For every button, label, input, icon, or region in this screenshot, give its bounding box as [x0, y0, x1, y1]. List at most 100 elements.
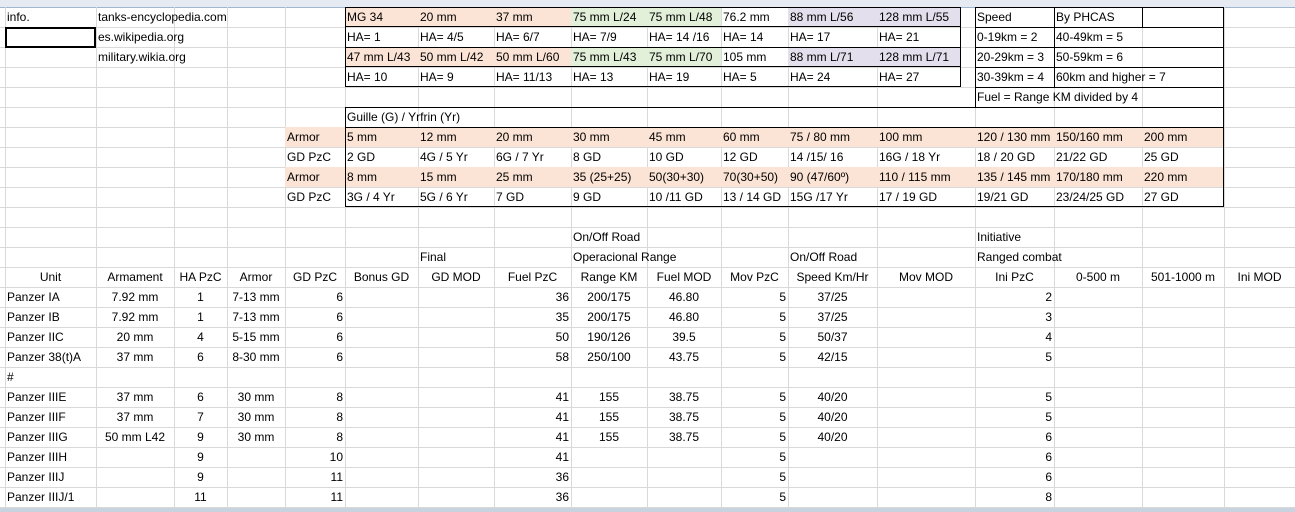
gun-cell[interactable]: 88 mm L/56 — [788, 7, 877, 27]
speed-cell[interactable]: 30-39km = 4 — [975, 67, 1055, 87]
armor-cell[interactable]: 10 /11 GD — [647, 187, 721, 207]
unit-mov-cell[interactable]: 5 — [721, 307, 788, 327]
unit-arm-cell[interactable] — [96, 487, 174, 507]
column-header[interactable]: 501-1000 m — [1142, 267, 1224, 287]
unit-ini-cell[interactable]: 8 — [975, 487, 1054, 507]
unit-range-cell[interactable]: 200/175 — [571, 307, 647, 327]
unit-ini-cell[interactable]: 6 — [975, 447, 1054, 467]
unit-fuel-cell[interactable]: 58 — [494, 347, 571, 367]
unit-unit-cell[interactable]: Panzer IIIF — [5, 407, 96, 427]
armor-cell[interactable]: 15 mm — [418, 167, 494, 187]
unit-fmod-cell[interactable]: 38.75 — [647, 407, 721, 427]
armor-cell[interactable]: 7 GD — [494, 187, 571, 207]
ha-cell[interactable]: HA= 21 — [877, 27, 961, 47]
spreadsheet-grid[interactable]: info. tanks-encyclopedia.com es.wikipedia.… — [0, 0, 1295, 512]
column-header[interactable]: Unit — [5, 267, 96, 287]
unit-unit-cell[interactable]: Panzer IIIG — [5, 427, 96, 447]
armor-cell[interactable]: 70(30+50) — [721, 167, 788, 187]
column-header[interactable]: Ini MOD — [1224, 267, 1295, 287]
armor-cell[interactable]: 21/22 GD — [1054, 147, 1142, 167]
unit-armor-cell[interactable] — [227, 447, 285, 467]
armor-cell[interactable]: 220 mm — [1142, 167, 1224, 187]
unit-gd-cell[interactable] — [285, 367, 345, 387]
gun-cell[interactable]: 75 mm L/48 — [647, 7, 721, 27]
armor-row-label[interactable]: GD PzC — [285, 187, 345, 207]
armor-cell[interactable]: 120 / 130 mm — [975, 127, 1054, 147]
unit-unit-cell[interactable]: Panzer IB — [5, 307, 96, 327]
unit-fmod-cell[interactable]: 38.75 — [647, 387, 721, 407]
ha-cell[interactable]: HA= 6/7 — [494, 27, 571, 47]
armor-cell[interactable]: 8 GD — [571, 147, 647, 167]
unit-speed-cell[interactable] — [788, 447, 877, 467]
unit-mov-cell[interactable]: 5 — [721, 467, 788, 487]
armor-cell[interactable]: 20 mm — [494, 127, 571, 147]
armor-cell[interactable]: 3G / 4 Yr — [345, 187, 418, 207]
unit-arm-cell[interactable]: 50 mm L42 — [96, 427, 174, 447]
unit-unit-cell[interactable]: Panzer IA — [5, 287, 96, 307]
column-header[interactable]: Ini PzC — [975, 267, 1054, 287]
group-header[interactable]: Ranged combat — [975, 247, 1095, 267]
armor-cell[interactable]: 25 GD — [1142, 147, 1224, 167]
unit-gd-cell[interactable]: 6 — [285, 327, 345, 347]
armor-cell[interactable]: 5 mm — [345, 127, 418, 147]
gun-cell[interactable]: 128 mm L/71 — [877, 47, 961, 67]
unit-unit-cell[interactable]: Panzer IIIJ — [5, 467, 96, 487]
unit-arm-cell[interactable]: 7.92 mm — [96, 307, 174, 327]
armor-cell[interactable]: 17 / 19 GD — [877, 187, 975, 207]
unit-mov-cell[interactable]: 5 — [721, 387, 788, 407]
unit-arm-cell[interactable] — [96, 447, 174, 467]
unit-armor-cell[interactable]: 30 mm — [227, 407, 285, 427]
speed-title[interactable]: Speed — [975, 7, 1055, 27]
armor-cell[interactable]: 75 / 80 mm — [788, 127, 877, 147]
armor-cell[interactable]: 110 / 115 mm — [877, 167, 975, 187]
unit-mov-cell[interactable]: 5 — [721, 287, 788, 307]
unit-ha-cell[interactable]: 1 — [174, 287, 227, 307]
armor-cell[interactable]: 150/160 mm — [1054, 127, 1142, 147]
unit-fuel-cell[interactable]: 41 — [494, 387, 571, 407]
armor-cell[interactable]: 2 GD — [345, 147, 418, 167]
gun-cell[interactable]: 20 mm — [418, 7, 494, 27]
ha-cell[interactable]: HA= 13 — [571, 67, 647, 87]
unit-armor-cell[interactable]: 7-13 mm — [227, 307, 285, 327]
unit-arm-cell[interactable]: 37 mm — [96, 387, 174, 407]
unit-fuel-cell[interactable]: 50 — [494, 327, 571, 347]
unit-ha-cell[interactable]: 1 — [174, 307, 227, 327]
column-header[interactable]: Range KM — [571, 267, 647, 287]
unit-range-cell[interactable]: 250/100 — [571, 347, 647, 367]
unit-ha-cell[interactable]: 9 — [174, 447, 227, 467]
armor-cell[interactable]: 8 mm — [345, 167, 418, 187]
unit-gd-cell[interactable]: 6 — [285, 307, 345, 327]
unit-armor-cell[interactable]: 30 mm — [227, 387, 285, 407]
armor-cell[interactable]: 35 (25+25) — [571, 167, 647, 187]
armor-cell[interactable]: 27 GD — [1142, 187, 1224, 207]
unit-fuel-cell[interactable]: 36 — [494, 287, 571, 307]
unit-fuel-cell[interactable]: 36 — [494, 487, 571, 507]
unit-speed-cell[interactable]: 37/25 — [788, 307, 877, 327]
unit-fmod-cell[interactable] — [647, 467, 721, 487]
unit-range-cell[interactable]: 200/175 — [571, 287, 647, 307]
column-header[interactable]: GD MOD — [418, 267, 494, 287]
column-header[interactable]: Armor — [227, 267, 285, 287]
unit-speed-cell[interactable]: 42/15 — [788, 347, 877, 367]
speed-cell[interactable]: 60km and higher = 7 — [1054, 67, 1224, 87]
unit-range-cell[interactable]: 155 — [571, 407, 647, 427]
unit-arm-cell[interactable] — [96, 367, 174, 387]
unit-speed-cell[interactable]: 40/20 — [788, 427, 877, 447]
unit-gd-cell[interactable]: 10 — [285, 447, 345, 467]
unit-mov-cell[interactable]: 5 — [721, 327, 788, 347]
unit-unit-cell[interactable]: Panzer IIIH — [5, 447, 96, 467]
ha-cell[interactable]: HA= 1 — [345, 27, 418, 47]
unit-armor-cell[interactable] — [227, 487, 285, 507]
ha-cell[interactable]: HA= 27 — [877, 67, 961, 87]
ha-cell[interactable]: HA= 9 — [418, 67, 494, 87]
unit-fuel-cell[interactable] — [494, 367, 571, 387]
armor-cell[interactable]: 60 mm — [721, 127, 788, 147]
unit-ini-cell[interactable]: 4 — [975, 327, 1054, 347]
unit-speed-cell[interactable] — [788, 367, 877, 387]
unit-mov-cell[interactable]: 5 — [721, 407, 788, 427]
armor-cell[interactable]: 13 / 14 GD — [721, 187, 788, 207]
armor-row-label[interactable]: Armor — [285, 127, 345, 147]
gun-cell[interactable]: 128 mm L/55 — [877, 7, 961, 27]
unit-fmod-cell[interactable]: 43.75 — [647, 347, 721, 367]
unit-ha-cell[interactable]: 7 — [174, 407, 227, 427]
